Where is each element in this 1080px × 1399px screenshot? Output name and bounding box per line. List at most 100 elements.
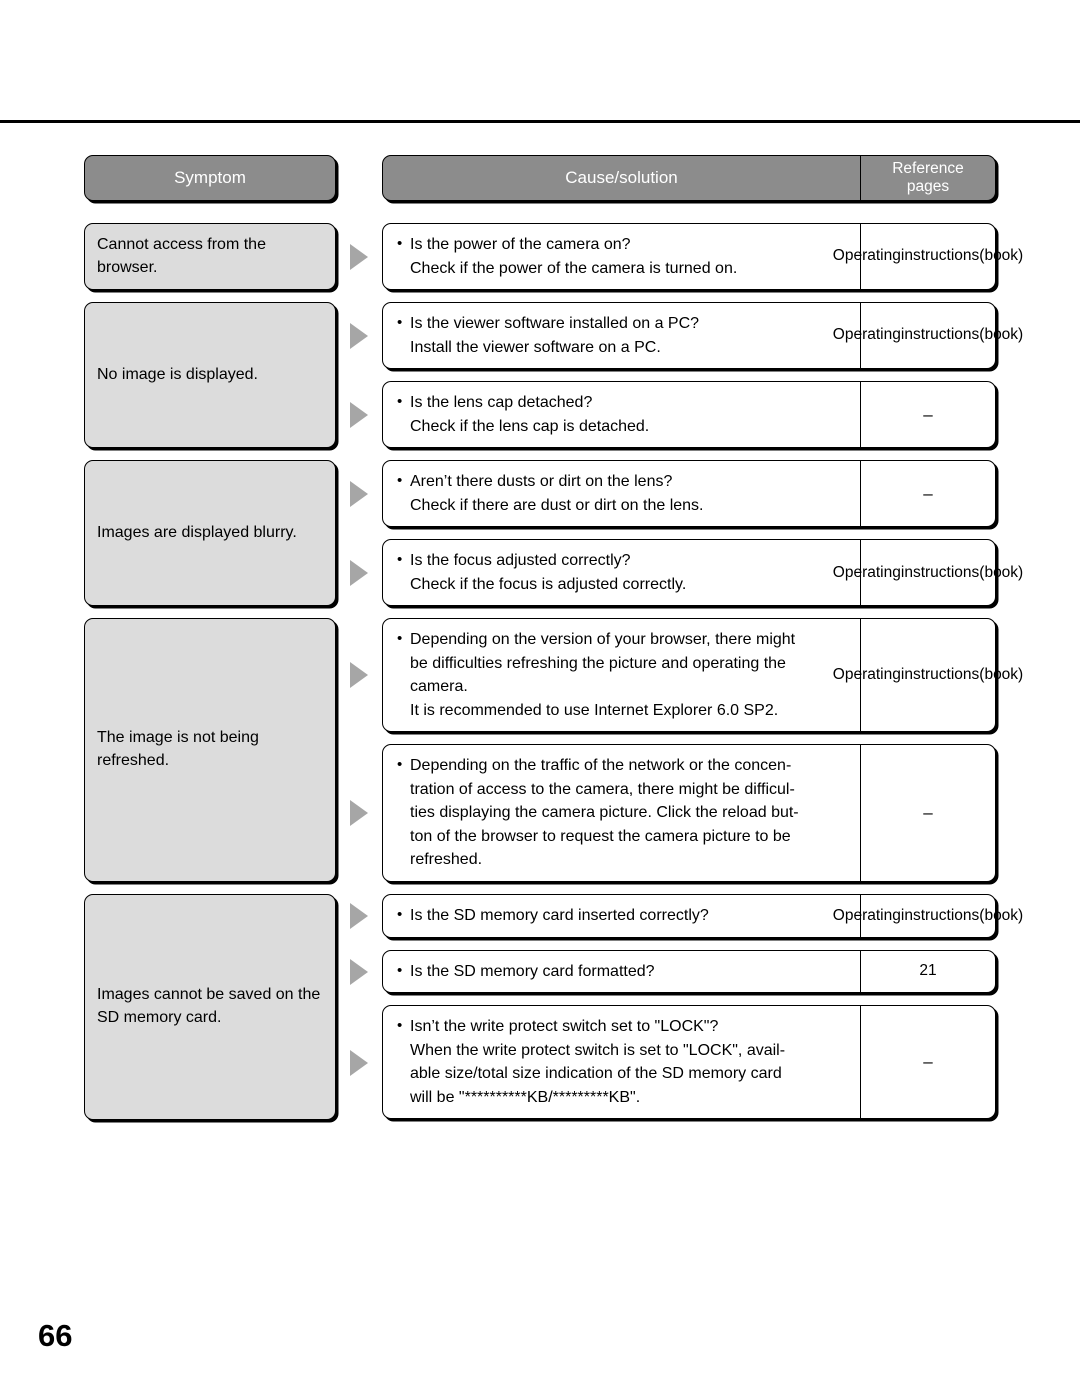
symptom-text: Cannot access from the browser. [97, 235, 266, 276]
reference-text-line: Operating [832, 666, 901, 684]
bullet-icon: • [397, 393, 403, 411]
cause-bullet-line: • Is the SD memory card formatted? [397, 960, 848, 984]
reference-pages-cell: – [861, 1006, 995, 1118]
reference-text-line: (book) [979, 563, 1024, 581]
column-header-reference-line1: Reference [892, 159, 964, 177]
triangle-right-icon [350, 800, 368, 827]
cause-rows: • Is the SD memory card inserted correctl… [382, 894, 1023, 1120]
cause-text-line: Is the viewer software installed on a PC… [410, 315, 700, 333]
cause-text-line: Is the lens cap detached? [410, 394, 593, 412]
cause-solution-cell: • Aren’t there dusts or dirt on the lens?… [383, 461, 861, 527]
cause-text-line: tration of access to the camera, there m… [410, 780, 795, 798]
bullet-icon: • [397, 235, 403, 252]
cause-bullet-line: • Is the SD memory card inserted correctl… [397, 904, 848, 928]
reference-dash: – [923, 1052, 933, 1072]
arrow-column [336, 460, 382, 606]
reference-pages-cell: Operating instructions (book) [833, 895, 1023, 937]
bullet-icon: • [397, 756, 403, 774]
triangle-right-icon [350, 243, 368, 270]
reference-text-line: instructions [900, 247, 980, 265]
triangle-right-icon [350, 903, 368, 930]
cause-text-line: Check if there are dust or dirt on the l… [410, 496, 704, 514]
cause-bullet-line: • Aren’t there dusts or dirt on the lens? [397, 470, 848, 494]
cause-text-line: Check if the focus is adjusted correctly… [410, 575, 687, 593]
triangle-right-icon [350, 480, 368, 507]
symptom-text: No image is displayed. [97, 365, 258, 383]
triangle-right-icon [350, 559, 368, 586]
symptom-cell: The image is not being refreshed. [84, 618, 336, 883]
arrow-slot [336, 302, 382, 369]
reference-text-line: (book) [979, 666, 1024, 684]
cause-bullet-line: • Is the focus adjusted correctly? [397, 549, 848, 573]
column-header-cause: Cause/solution [383, 156, 861, 200]
symptom-group: Images are displayed blurry. • Aren’t ther… [84, 460, 1023, 607]
symptom-groups: Cannot access from the browser. • Is the p… [84, 223, 1023, 1121]
cause-solution-cell: • Is the SD memory card formatted? [383, 950, 861, 993]
column-header-symptom: Symptom [84, 155, 336, 201]
triangle-right-icon [350, 1050, 368, 1077]
reference-pages-cell: – [861, 382, 995, 447]
cause-text-line: Depending on the traffic of the network … [410, 757, 792, 775]
reference-text-line: (book) [979, 906, 1024, 924]
table-header-row: Symptom Cause/solution Reference pages [84, 155, 996, 201]
table-row: • Is the viewer software installed on a P… [382, 302, 1023, 370]
cause-text-line: Is the focus adjusted correctly? [410, 552, 631, 570]
cause-text-line: Depending on the version of your browser… [410, 631, 796, 649]
cause-solution-cell: • Is the lens cap detached? Check if the l… [383, 382, 861, 448]
arrow-column [336, 302, 382, 448]
cause-text-line: Check if the lens cap is detached. [410, 417, 650, 435]
cause-text-line: will be "**********KB/*********KB". [410, 1088, 641, 1106]
cause-solution-cell: • Is the power of the camera on? Check if … [383, 224, 861, 290]
table-row: • Is the power of the camera on? Check if … [382, 223, 1023, 291]
triangle-right-icon [350, 322, 368, 349]
cause-solution-cell: • Depending on the version of your browse… [383, 619, 861, 732]
arrow-slot [336, 539, 382, 606]
symptom-group: Cannot access from the browser. • Is the p… [84, 223, 1023, 291]
table-row: • Depending on the traffic of the network… [382, 744, 996, 882]
reference-pages-cell: Operating instructions (book) [833, 540, 1023, 605]
reference-dash: – [923, 802, 933, 822]
bullet-icon: • [397, 472, 403, 490]
header-spacer [336, 155, 382, 201]
cause-text-line: Is the SD memory card inserted correctly… [410, 907, 709, 925]
column-header-reference-line2: pages [906, 178, 950, 195]
arrow-slot [336, 894, 382, 938]
column-header-symptom-label: Symptom [174, 168, 246, 187]
cause-bullet-line: • Is the lens cap detached? [397, 391, 848, 415]
cause-rows: • Depending on the version of your browse… [382, 618, 1023, 882]
bullet-icon: • [397, 906, 403, 924]
table-row: • Depending on the version of your browse… [382, 618, 1023, 733]
bullet-icon: • [397, 551, 403, 569]
cause-solution-cell: • Isn’t the write protect switch set to "… [383, 1006, 861, 1119]
cause-solution-cell: • Is the focus adjusted correctly? Check i… [383, 540, 861, 606]
symptom-cell: No image is displayed. [84, 302, 336, 449]
bullet-icon: • [397, 314, 403, 332]
reference-pages-cell: 21 [861, 951, 995, 993]
arrow-column [336, 618, 382, 882]
reference-text-line: instructions [900, 906, 980, 924]
table-row: • Is the focus adjusted correctly? Check i… [382, 539, 1023, 607]
reference-dash: – [923, 404, 933, 424]
cause-rows: • Aren’t there dusts or dirt on the lens?… [382, 460, 1023, 607]
cause-text-line: When the write protect switch is set to … [410, 1041, 786, 1059]
arrow-slot [336, 381, 382, 448]
reference-text-line: instructions [900, 563, 980, 581]
cause-bullet-line: • Is the viewer software installed on a P… [397, 312, 848, 336]
cause-bullet-line: • Is the power of the camera on? [397, 233, 848, 257]
cause-text-line: ton of the browser to request the camera… [410, 827, 791, 845]
arrow-column [336, 894, 382, 1120]
cause-text-line: refreshed. [410, 851, 483, 869]
arrow-slot [336, 744, 382, 882]
symptom-text: The image is not being refreshed. [97, 729, 259, 770]
cause-bullet-line: • Depending on the version of your browse… [397, 628, 848, 652]
troubleshooting-table: Symptom Cause/solution Reference pages C… [84, 155, 1023, 1132]
symptom-cell: Images are displayed blurry. [84, 460, 336, 607]
cause-solution-cell: • Is the SD memory card inserted correctl… [383, 895, 861, 937]
arrow-slot [336, 1006, 382, 1120]
reference-pages-cell: Operating instructions (book) [833, 224, 1023, 289]
header-divider-rule [0, 120, 1080, 123]
triangle-right-icon [350, 401, 368, 428]
cause-text-line: camera. [410, 678, 468, 696]
cause-text-line: ties displaying the camera picture. Clic… [410, 804, 799, 822]
table-row: • Is the SD memory card inserted correctl… [382, 894, 1023, 938]
